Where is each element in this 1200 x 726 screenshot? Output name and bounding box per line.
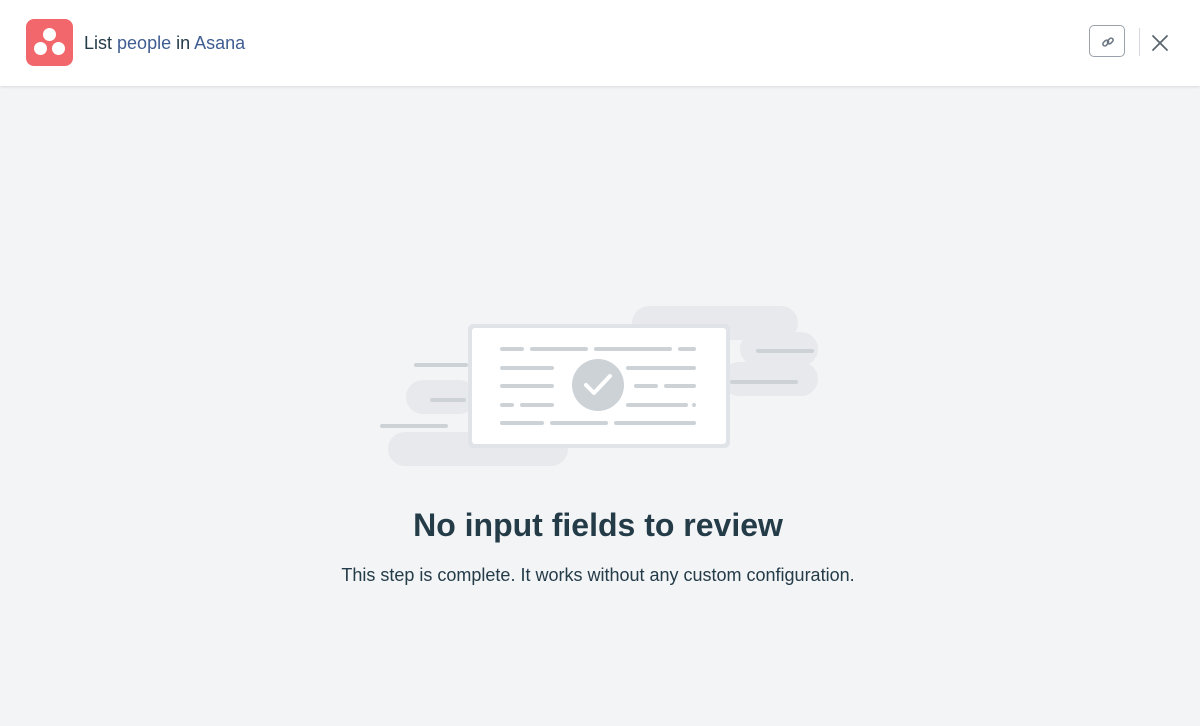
step-title-connector: in (176, 33, 191, 53)
dialog-header: List people in Asana (0, 0, 1200, 86)
step-title-object: people (117, 33, 172, 53)
empty-state-description: This step is complete. It works without … (341, 565, 855, 585)
header-divider (1139, 28, 1140, 56)
copy-link-button[interactable] (1089, 25, 1125, 57)
step-title-app: Asana (194, 33, 246, 53)
step-title: List people in Asana (84, 31, 245, 55)
step-title-action: List (84, 33, 113, 53)
close-button[interactable] (1146, 29, 1174, 57)
asana-logo-icon (26, 19, 73, 66)
empty-state-title: No input fields to review (413, 507, 783, 543)
document-check-icon (370, 296, 830, 476)
link-icon (1102, 37, 1114, 47)
close-icon (1152, 35, 1168, 51)
